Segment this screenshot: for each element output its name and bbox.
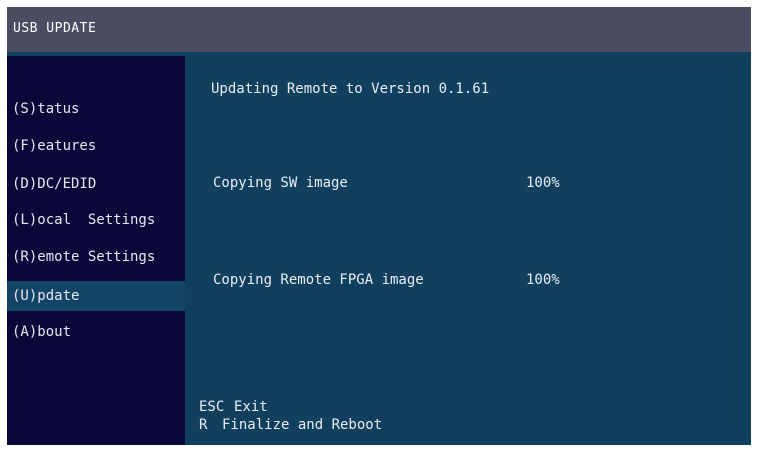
sidebar-item-label: (S)tatus (12, 101, 80, 117)
progress-value-fpga: 100% (526, 272, 560, 288)
hint-key-esc: ESC (199, 399, 225, 415)
sidebar-item-label: (L)ocal Settings (12, 212, 156, 228)
title-bar: USB UPDATE (7, 7, 751, 52)
sidebar-item-label: (A)bout (12, 324, 72, 340)
sidebar-item-remote-settings[interactable]: (R)emote Settings (7, 242, 185, 272)
hint-text-finalize-reboot: Finalize and Reboot (222, 417, 383, 433)
sidebar-item-ddc-edid[interactable]: (D)DC/EDID (7, 169, 185, 199)
window-title: USB UPDATE (13, 21, 97, 36)
sidebar-item-label: (R)emote Settings (12, 249, 156, 265)
usb-update-screen: USB UPDATE (S)tatus (F)eatures (D)DC/EDI… (7, 7, 751, 445)
update-heading: Updating Remote to Version 0.1.61 (211, 81, 490, 97)
sidebar-item-about[interactable]: (A)bout (7, 317, 185, 347)
sidebar-item-label: (D)DC/EDID (12, 176, 97, 192)
sidebar-item-label: (F)eatures (12, 138, 97, 154)
sidebar-menu: (S)tatus (F)eatures (D)DC/EDID (L)ocal S… (7, 56, 185, 445)
sidebar-item-local-settings[interactable]: (L)ocal Settings (7, 205, 185, 235)
hint-key-r: R (199, 417, 208, 433)
sidebar-item-update[interactable]: (U)pdate (7, 281, 185, 311)
sidebar-item-status[interactable]: (S)tatus (7, 94, 185, 124)
progress-label-sw: Copying SW image (213, 175, 348, 191)
sidebar-item-features[interactable]: (F)eatures (7, 131, 185, 161)
progress-value-sw: 100% (526, 175, 560, 191)
progress-label-fpga: Copying Remote FPGA image (213, 272, 424, 288)
sidebar-item-label: (U)pdate (12, 288, 80, 304)
hint-text-exit: Exit (234, 399, 268, 415)
